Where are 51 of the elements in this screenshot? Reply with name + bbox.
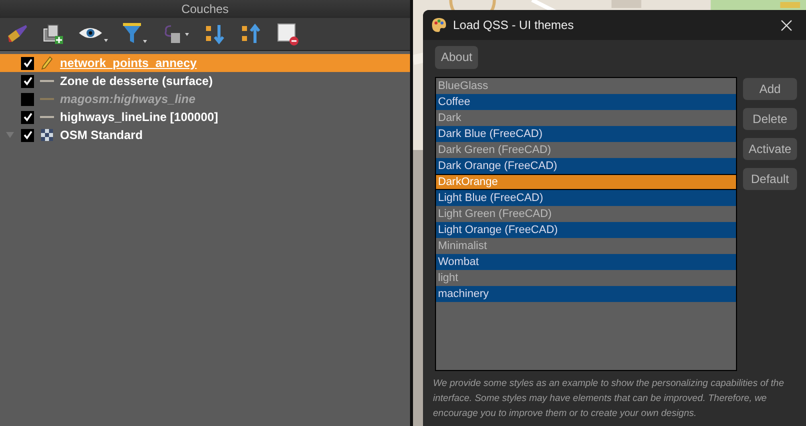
add-group-icon[interactable] bbox=[42, 23, 64, 45]
brush-icon[interactable] bbox=[6, 24, 28, 44]
theme-item[interactable]: Dark Green (FreeCAD) bbox=[436, 142, 736, 158]
layer-checkbox[interactable] bbox=[21, 56, 34, 70]
layer-checkbox[interactable] bbox=[21, 128, 34, 142]
theme-item[interactable]: Light Blue (FreeCAD) bbox=[436, 190, 736, 206]
layer-name: highways_lineLine [100000] bbox=[60, 109, 218, 126]
theme-item[interactable]: DarkOrange bbox=[436, 174, 736, 190]
theme-item[interactable]: Dark Orange (FreeCAD) bbox=[436, 158, 736, 174]
window-title: Load QSS - UI themes bbox=[453, 17, 575, 34]
theme-item[interactable]: Light Orange (FreeCAD) bbox=[436, 222, 736, 238]
info-note: We provide some styles as an example to show the personalizing capabilities of the interface. Some styles may have elements that can be improved. Therefore, we encourage you to improve them or to create your own designs. bbox=[432, 377, 785, 421]
action-button[interactable]: Activate bbox=[743, 138, 797, 160]
line-symbol-icon bbox=[40, 97, 54, 101]
theme-item[interactable]: Wombat bbox=[436, 254, 736, 270]
pencil-icon bbox=[41, 56, 53, 70]
theme-item[interactable]: Coffee bbox=[436, 94, 736, 110]
line-symbol-icon bbox=[40, 79, 54, 83]
theme-item[interactable]: Dark bbox=[436, 110, 736, 126]
layer-checkbox[interactable] bbox=[21, 110, 34, 124]
filter-icon[interactable] bbox=[122, 23, 148, 45]
close-icon[interactable] bbox=[781, 20, 792, 30]
action-button[interactable]: Default bbox=[743, 168, 797, 190]
layer-checkbox[interactable] bbox=[21, 92, 34, 106]
layer-name: network_points_annecy bbox=[60, 55, 197, 72]
layer-row[interactable]: OSM Standard bbox=[0, 126, 410, 144]
layer-row[interactable]: magosm:highways_line bbox=[0, 90, 410, 108]
panel-title: Couches bbox=[181, 1, 229, 18]
about-button[interactable]: About bbox=[435, 46, 478, 68]
layer-row[interactable]: highways_lineLine [100000] bbox=[0, 108, 410, 126]
action-button[interactable]: Delete bbox=[743, 108, 797, 130]
action-button[interactable]: Add bbox=[743, 78, 797, 100]
remove-layer-icon[interactable] bbox=[276, 22, 300, 46]
layer-row[interactable]: Zone de desserte (surface) bbox=[0, 72, 410, 90]
theme-item[interactable]: BlueGlass bbox=[436, 78, 736, 94]
expand-all-icon[interactable] bbox=[204, 23, 226, 45]
theme-item[interactable]: light bbox=[436, 270, 736, 286]
layer-name: Zone de desserte (surface) bbox=[60, 73, 213, 90]
theme-item[interactable]: Dark Blue (FreeCAD) bbox=[436, 126, 736, 142]
expression-icon[interactable] bbox=[162, 23, 190, 45]
theme-item[interactable]: Light Green (FreeCAD) bbox=[436, 206, 736, 222]
layer-name: OSM Standard bbox=[60, 127, 143, 144]
eye-icon[interactable] bbox=[78, 25, 108, 43]
checker-icon bbox=[41, 129, 53, 141]
layer-name: magosm:highways_line bbox=[60, 91, 196, 108]
layer-checkbox[interactable] bbox=[21, 74, 34, 88]
theme-item[interactable]: Minimalist bbox=[436, 238, 736, 254]
line-symbol-icon bbox=[40, 115, 54, 119]
collapse-all-icon[interactable] bbox=[240, 23, 262, 45]
palette-icon bbox=[431, 17, 447, 33]
theme-item[interactable]: machinery bbox=[436, 286, 736, 302]
